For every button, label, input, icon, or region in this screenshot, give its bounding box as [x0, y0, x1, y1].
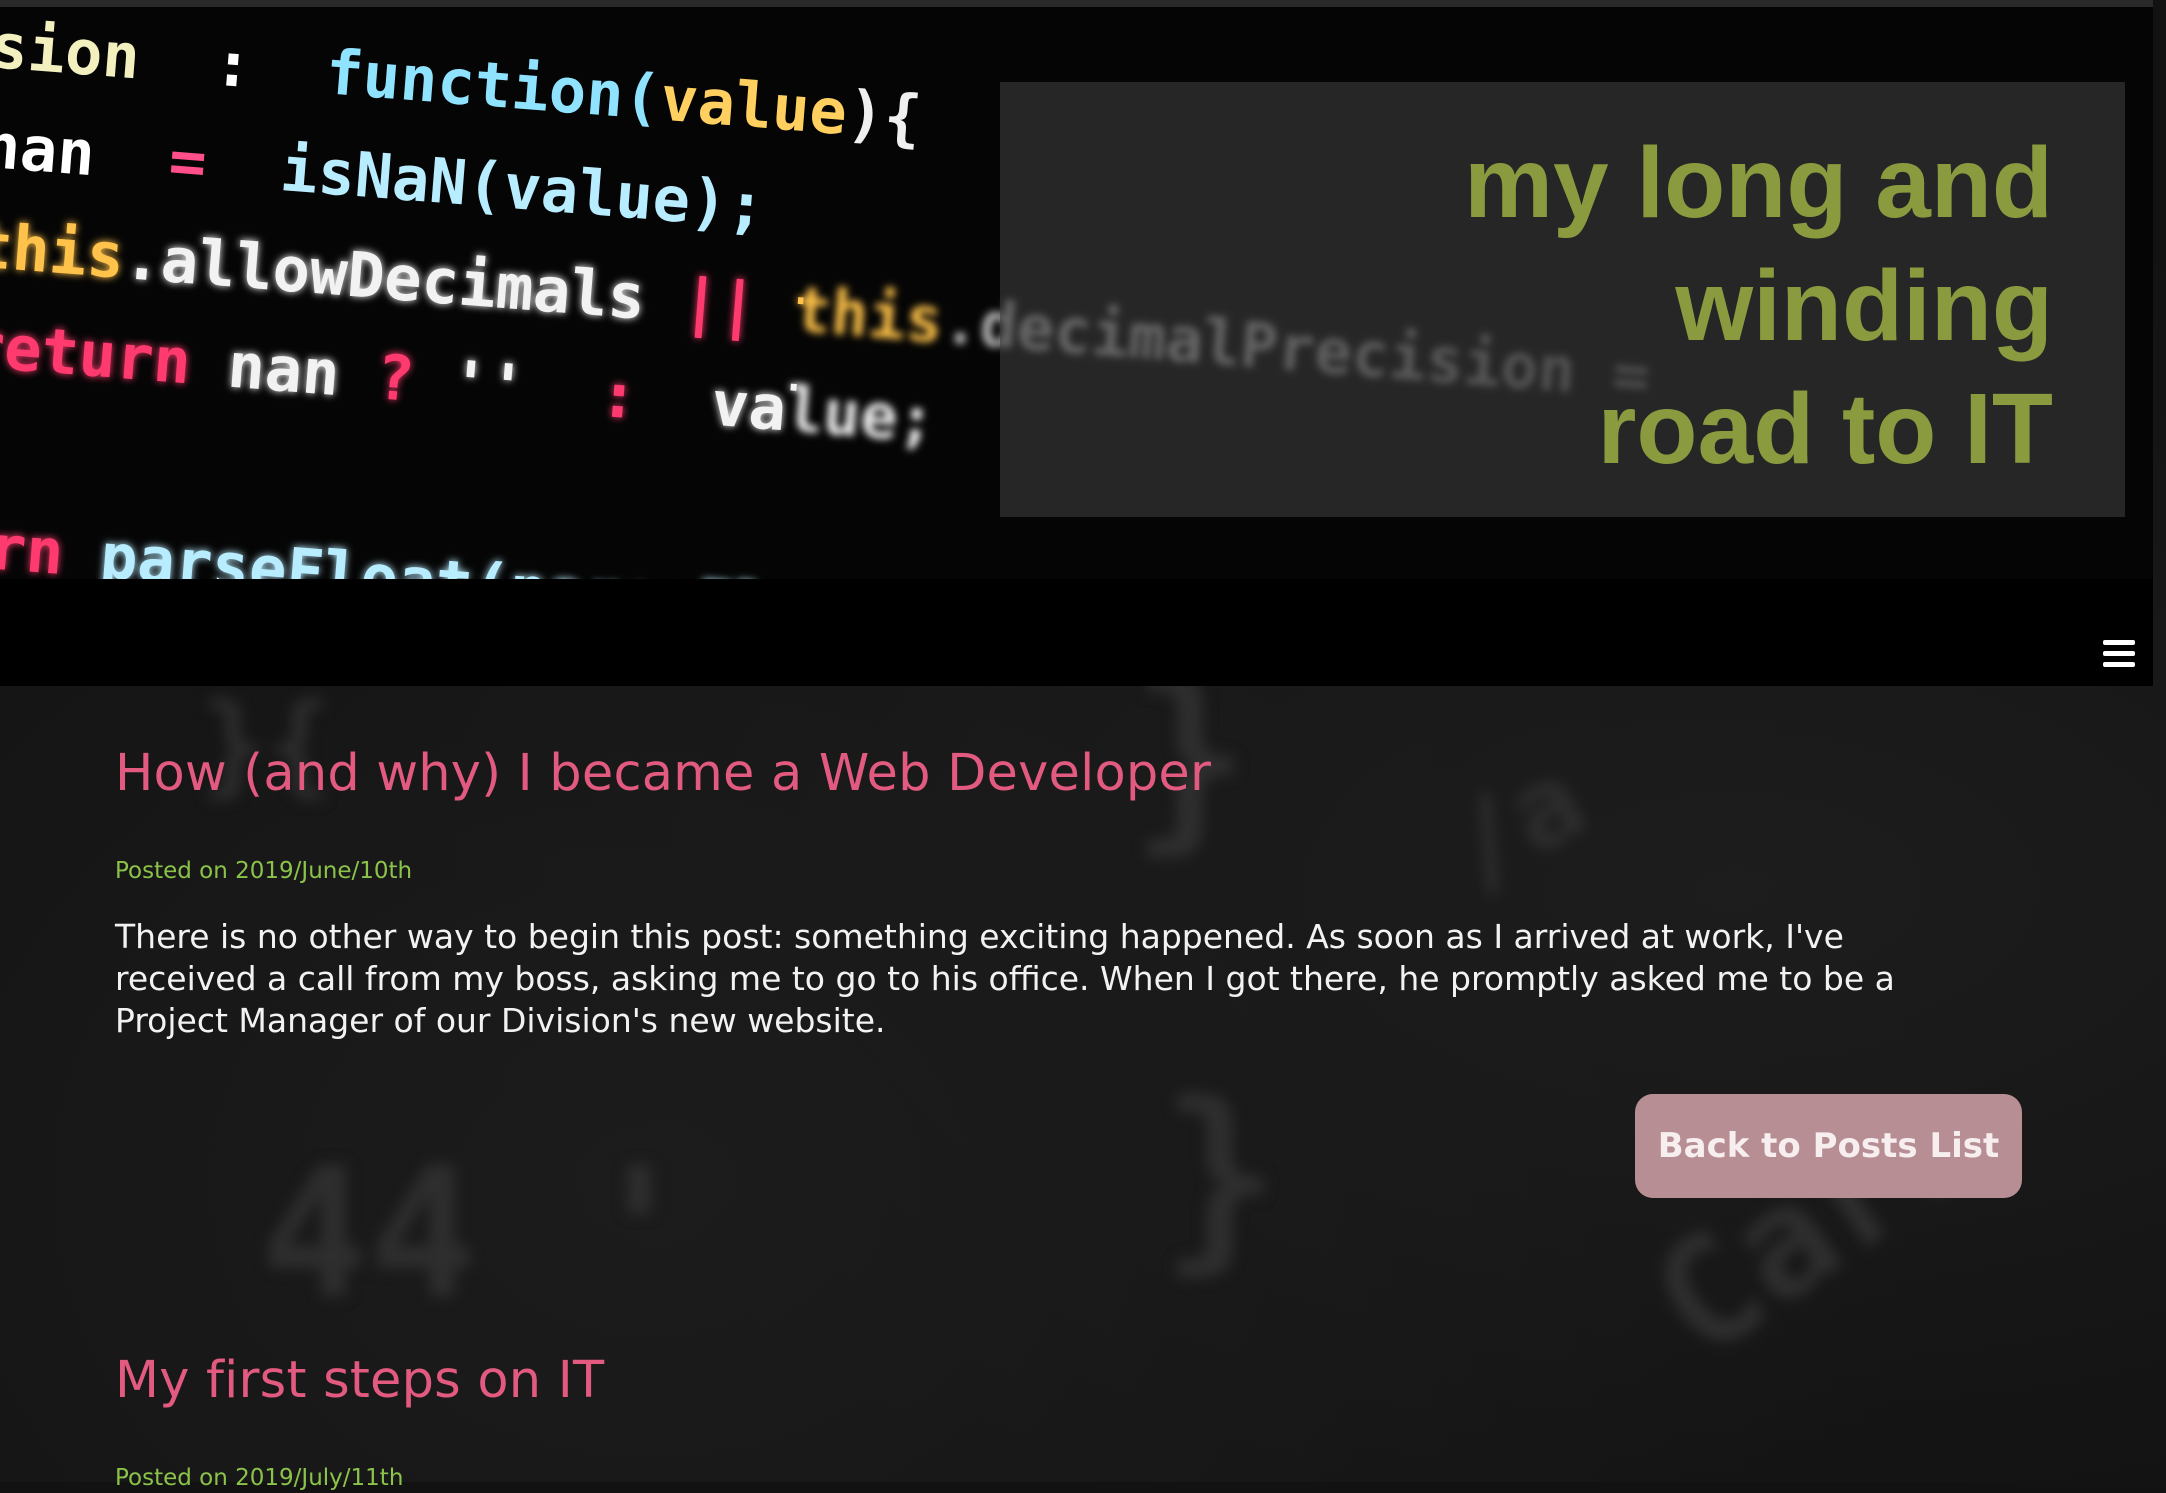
site-title-line: winding: [1675, 250, 2053, 362]
site-title-box: my long and winding road to IT: [1000, 82, 2125, 517]
hero-banner: sion : function(value){nan = isNaN(value…: [0, 7, 2153, 579]
post-item: How (and why) I became a Web Developer P…: [115, 686, 2025, 1286]
site-header: sion : function(value){nan = isNaN(value…: [0, 0, 2153, 686]
hamburger-menu-icon[interactable]: [2103, 640, 2135, 668]
navigation-bar: [0, 579, 2153, 686]
back-to-posts-button[interactable]: Back to Posts List: [1635, 1094, 2022, 1198]
post-title[interactable]: My first steps on IT: [115, 1346, 604, 1416]
site-title-line: my long and: [1464, 127, 2053, 239]
site-title[interactable]: my long and winding road to IT: [1053, 122, 2053, 491]
post-item: My first steps on IT Posted on 2019/July…: [115, 1286, 2025, 1491]
post-date: Posted on 2019/July/11th: [115, 1465, 404, 1491]
top-border: [0, 0, 2153, 7]
site-title-line: road to IT: [1597, 373, 2053, 485]
post-title[interactable]: How (and why) I became a Web Developer: [115, 739, 1211, 809]
post-date: Posted on 2019/June/10th: [115, 858, 413, 884]
posts-list: How (and why) I became a Web Developer P…: [115, 686, 2025, 1491]
post-excerpt: There is no other way to begin this post…: [115, 917, 1895, 1040]
